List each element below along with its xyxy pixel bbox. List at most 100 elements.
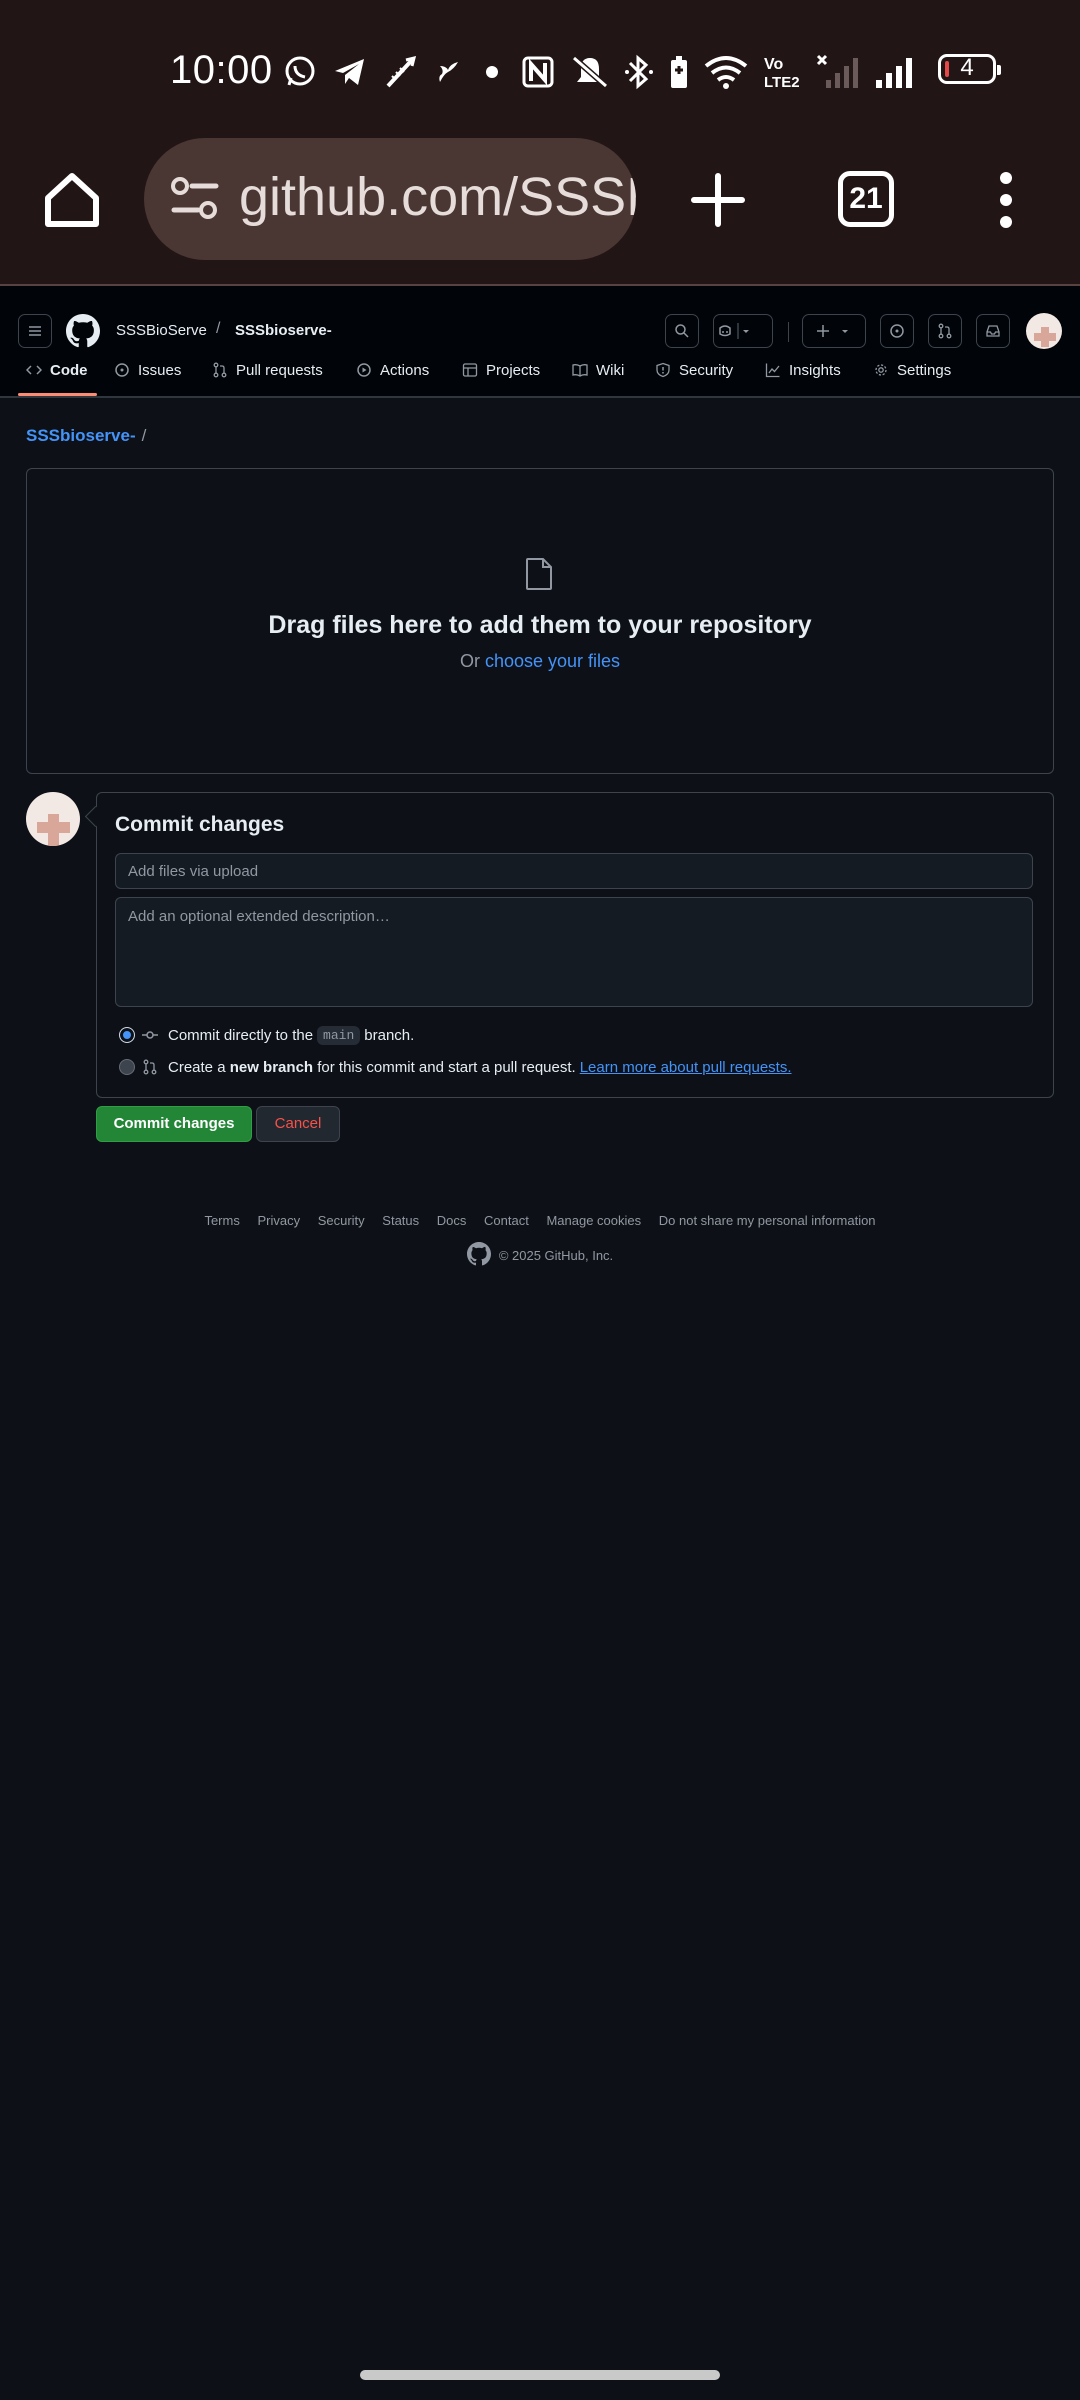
hamburger-menu-button[interactable]: [18, 314, 52, 348]
commit-changes-button[interactable]: Commit changes: [96, 1106, 252, 1142]
url-text[interactable]: github.com/SSSB: [239, 166, 636, 228]
site-settings-icon[interactable]: [170, 176, 220, 227]
breadcrumb-separator: /: [216, 320, 221, 337]
bluetooth-icon: [624, 53, 654, 91]
footer-link-privacy[interactable]: Privacy: [257, 1213, 300, 1228]
tab-label: Actions: [380, 361, 430, 379]
breadcrumb-owner[interactable]: SSSBioServe: [116, 322, 207, 339]
new-branch-option[interactable]: Create a new branch for this commit and …: [119, 1055, 792, 1079]
tab-pull-requests[interactable]: Pull requests: [212, 346, 323, 394]
tab-code[interactable]: Code: [26, 346, 88, 394]
pull-request-icon: [213, 362, 227, 378]
book-icon: [572, 364, 588, 377]
inbox-button[interactable]: [976, 314, 1010, 348]
file-dropzone[interactable]: Drag files here to add them to your repo…: [26, 468, 1054, 774]
commit-summary-input[interactable]: [115, 853, 1033, 889]
tab-label: Settings: [897, 361, 952, 379]
status-time: 10:00: [170, 48, 273, 92]
create-new-button[interactable]: [802, 314, 866, 348]
new-branch-bold: new branch: [229, 1058, 314, 1076]
hamburger-icon: [29, 326, 41, 336]
cancel-button[interactable]: Cancel: [256, 1106, 340, 1142]
commit-direct-option[interactable]: Commit directly to the main branch.: [119, 1023, 414, 1047]
issue-icon: [890, 324, 904, 338]
play-icon: [357, 363, 371, 377]
signal-off-icon: [816, 54, 860, 90]
copilot-button[interactable]: [713, 314, 773, 348]
commit-direct-text: Commit directly to the: [168, 1026, 314, 1044]
tab-label: Code: [50, 361, 88, 379]
new-branch-radio[interactable]: [119, 1059, 135, 1075]
header-divider: [788, 322, 789, 342]
table-icon: [462, 363, 478, 377]
copilot-icon: [719, 323, 749, 339]
home-button[interactable]: [40, 168, 104, 232]
copyright-text: © 2025 GitHub, Inc.: [498, 1248, 614, 1263]
dropzone-title: Drag files here to add them to your repo…: [268, 611, 812, 639]
commit-changes-panel: Commit changes Commit directly to the ma…: [96, 792, 1054, 1098]
gesture-navigation-bar[interactable]: [360, 2370, 720, 2380]
dot-icon: [478, 58, 506, 86]
git-commit-icon: [142, 1027, 158, 1043]
status-icons: Vo LTE2: [282, 44, 918, 100]
footer-link-security[interactable]: Security: [318, 1213, 365, 1228]
svg-text:Vo: Vo: [764, 56, 783, 73]
footer-link-terms[interactable]: Terms: [204, 1213, 239, 1228]
breadcrumb-repo-link[interactable]: SSSbioserve-: [26, 426, 136, 445]
signal-icon: [874, 54, 918, 90]
footer-links: Terms Privacy Security Status Docs Conta…: [0, 1213, 1080, 1228]
tab-security[interactable]: Security: [655, 346, 733, 394]
branch-name: main: [317, 1025, 361, 1045]
tab-switcher-button[interactable]: 21: [838, 171, 894, 227]
home-icon: [45, 173, 99, 227]
gear-icon: [875, 364, 887, 376]
footer-link-docs[interactable]: Docs: [437, 1213, 467, 1228]
new-branch-prefix: Create a: [168, 1058, 226, 1076]
battery-level: 4: [960, 54, 974, 81]
new-tab-button[interactable]: [686, 168, 750, 232]
shield-icon: [656, 362, 670, 378]
telegram-icon: [332, 54, 368, 90]
address-bar[interactable]: github.com/SSSB: [144, 138, 636, 260]
footer-link-do-not-share[interactable]: Do not share my personal information: [659, 1213, 876, 1228]
breadcrumb-slash: /: [141, 426, 147, 445]
wifi-icon: [704, 54, 748, 90]
user-avatar[interactable]: [1026, 313, 1062, 349]
learn-more-pr-link[interactable]: Learn more about pull requests.: [580, 1059, 792, 1076]
footer-copyright: © 2025 GitHub, Inc.: [0, 1242, 1080, 1269]
pull-request-icon: [142, 1059, 158, 1075]
footer-link-contact[interactable]: Contact: [484, 1213, 529, 1228]
committer-avatar: [26, 792, 80, 846]
mute-icon: [570, 54, 610, 90]
choose-files-link[interactable]: choose your files: [485, 651, 620, 671]
issues-button[interactable]: [880, 314, 914, 348]
tab-actions[interactable]: Actions: [356, 346, 429, 394]
breadcrumb-repo[interactable]: SSSbioserve-: [235, 322, 332, 339]
tab-projects[interactable]: Projects: [462, 346, 540, 394]
repo-nav: Code Issues Pull requests Actions Projec…: [0, 346, 1080, 396]
commit-description-input[interactable]: [115, 897, 1033, 1007]
new-branch-suffix: for this commit and start a pull request…: [317, 1058, 576, 1076]
tab-wiki[interactable]: Wiki: [572, 346, 624, 394]
fan-icon: [432, 56, 464, 88]
browser-chrome: 10:00 Vo LTE2 4 github.com/SSSB 21: [0, 0, 1080, 286]
battery-saver-icon: [668, 54, 690, 90]
plus-icon: [691, 173, 745, 227]
search-icon: [675, 324, 689, 338]
search-button[interactable]: [665, 314, 699, 348]
tab-insights[interactable]: Insights: [765, 346, 841, 394]
github-footer-logo-icon[interactable]: [466, 1242, 491, 1269]
inbox-icon: [986, 325, 1000, 337]
tab-settings[interactable]: Settings: [873, 346, 951, 394]
browser-menu-button[interactable]: [986, 168, 1026, 232]
commit-direct-suffix: branch.: [364, 1026, 415, 1044]
tab-issues[interactable]: Issues: [114, 346, 181, 394]
file-path-breadcrumb: SSSbioserve- /: [26, 426, 146, 446]
tab-label: Projects: [486, 361, 541, 379]
issue-icon: [115, 363, 129, 377]
footer-link-status[interactable]: Status: [382, 1213, 419, 1228]
commit-direct-radio[interactable]: [119, 1027, 135, 1043]
footer-link-manage-cookies[interactable]: Manage cookies: [546, 1213, 641, 1228]
tab-label: Wiki: [596, 361, 625, 379]
pull-requests-button[interactable]: [928, 314, 962, 348]
